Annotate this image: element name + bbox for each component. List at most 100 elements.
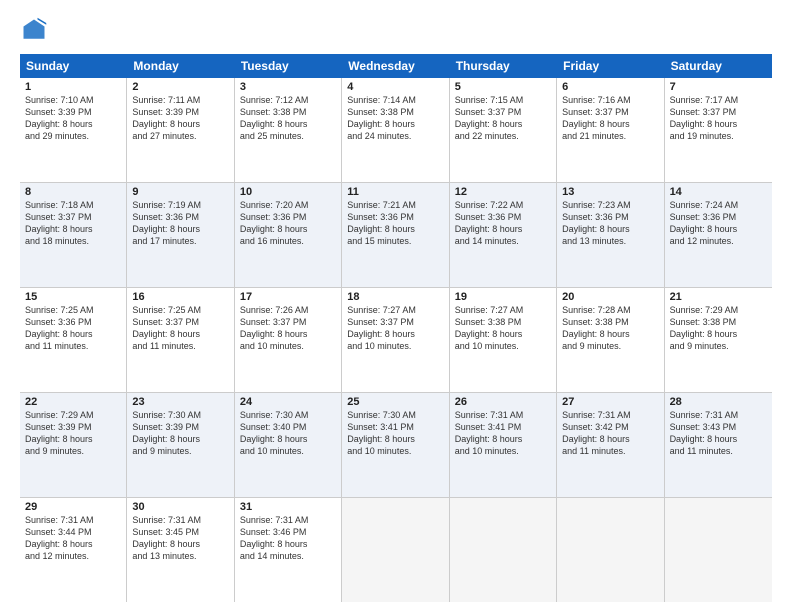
logo bbox=[20, 16, 52, 44]
day-cell-25: 25Sunrise: 7:30 AM Sunset: 3:41 PM Dayli… bbox=[342, 393, 449, 497]
day-info: Sunrise: 7:27 AM Sunset: 3:38 PM Dayligh… bbox=[455, 304, 551, 353]
calendar-row-2: 8Sunrise: 7:18 AM Sunset: 3:37 PM Daylig… bbox=[20, 183, 772, 288]
day-cell-17: 17Sunrise: 7:26 AM Sunset: 3:37 PM Dayli… bbox=[235, 288, 342, 392]
day-cell-15: 15Sunrise: 7:25 AM Sunset: 3:36 PM Dayli… bbox=[20, 288, 127, 392]
day-info: Sunrise: 7:26 AM Sunset: 3:37 PM Dayligh… bbox=[240, 304, 336, 353]
day-number: 10 bbox=[240, 186, 336, 198]
empty-cell bbox=[450, 498, 557, 602]
page: SundayMondayTuesdayWednesdayThursdayFrid… bbox=[0, 0, 792, 612]
day-info: Sunrise: 7:31 AM Sunset: 3:43 PM Dayligh… bbox=[670, 409, 767, 458]
day-cell-11: 11Sunrise: 7:21 AM Sunset: 3:36 PM Dayli… bbox=[342, 183, 449, 287]
empty-cell bbox=[342, 498, 449, 602]
day-cell-18: 18Sunrise: 7:27 AM Sunset: 3:37 PM Dayli… bbox=[342, 288, 449, 392]
day-number: 1 bbox=[25, 81, 121, 93]
day-cell-10: 10Sunrise: 7:20 AM Sunset: 3:36 PM Dayli… bbox=[235, 183, 342, 287]
day-header-tuesday: Tuesday bbox=[235, 54, 342, 78]
day-number: 3 bbox=[240, 81, 336, 93]
day-cell-30: 30Sunrise: 7:31 AM Sunset: 3:45 PM Dayli… bbox=[127, 498, 234, 602]
day-info: Sunrise: 7:29 AM Sunset: 3:39 PM Dayligh… bbox=[25, 409, 121, 458]
day-header-thursday: Thursday bbox=[450, 54, 557, 78]
calendar-header: SundayMondayTuesdayWednesdayThursdayFrid… bbox=[20, 54, 772, 78]
day-info: Sunrise: 7:31 AM Sunset: 3:41 PM Dayligh… bbox=[455, 409, 551, 458]
day-number: 22 bbox=[25, 396, 121, 408]
day-info: Sunrise: 7:23 AM Sunset: 3:36 PM Dayligh… bbox=[562, 199, 658, 248]
day-cell-16: 16Sunrise: 7:25 AM Sunset: 3:37 PM Dayli… bbox=[127, 288, 234, 392]
day-cell-2: 2Sunrise: 7:11 AM Sunset: 3:39 PM Daylig… bbox=[127, 78, 234, 182]
day-number: 26 bbox=[455, 396, 551, 408]
day-cell-4: 4Sunrise: 7:14 AM Sunset: 3:38 PM Daylig… bbox=[342, 78, 449, 182]
calendar-row-3: 15Sunrise: 7:25 AM Sunset: 3:36 PM Dayli… bbox=[20, 288, 772, 393]
day-cell-24: 24Sunrise: 7:30 AM Sunset: 3:40 PM Dayli… bbox=[235, 393, 342, 497]
day-info: Sunrise: 7:31 AM Sunset: 3:44 PM Dayligh… bbox=[25, 514, 121, 563]
day-number: 23 bbox=[132, 396, 228, 408]
empty-cell bbox=[665, 498, 772, 602]
calendar-row-1: 1Sunrise: 7:10 AM Sunset: 3:39 PM Daylig… bbox=[20, 78, 772, 183]
day-number: 29 bbox=[25, 501, 121, 513]
day-header-monday: Monday bbox=[127, 54, 234, 78]
day-cell-20: 20Sunrise: 7:28 AM Sunset: 3:38 PM Dayli… bbox=[557, 288, 664, 392]
day-cell-23: 23Sunrise: 7:30 AM Sunset: 3:39 PM Dayli… bbox=[127, 393, 234, 497]
day-info: Sunrise: 7:27 AM Sunset: 3:37 PM Dayligh… bbox=[347, 304, 443, 353]
empty-cell bbox=[557, 498, 664, 602]
calendar: SundayMondayTuesdayWednesdayThursdayFrid… bbox=[20, 54, 772, 602]
day-number: 14 bbox=[670, 186, 767, 198]
day-info: Sunrise: 7:30 AM Sunset: 3:41 PM Dayligh… bbox=[347, 409, 443, 458]
day-cell-7: 7Sunrise: 7:17 AM Sunset: 3:37 PM Daylig… bbox=[665, 78, 772, 182]
day-info: Sunrise: 7:11 AM Sunset: 3:39 PM Dayligh… bbox=[132, 94, 228, 143]
calendar-body: 1Sunrise: 7:10 AM Sunset: 3:39 PM Daylig… bbox=[20, 78, 772, 602]
day-info: Sunrise: 7:19 AM Sunset: 3:36 PM Dayligh… bbox=[132, 199, 228, 248]
day-cell-26: 26Sunrise: 7:31 AM Sunset: 3:41 PM Dayli… bbox=[450, 393, 557, 497]
day-number: 9 bbox=[132, 186, 228, 198]
day-info: Sunrise: 7:30 AM Sunset: 3:39 PM Dayligh… bbox=[132, 409, 228, 458]
day-cell-3: 3Sunrise: 7:12 AM Sunset: 3:38 PM Daylig… bbox=[235, 78, 342, 182]
day-info: Sunrise: 7:30 AM Sunset: 3:40 PM Dayligh… bbox=[240, 409, 336, 458]
day-header-wednesday: Wednesday bbox=[342, 54, 449, 78]
day-number: 8 bbox=[25, 186, 121, 198]
day-number: 4 bbox=[347, 81, 443, 93]
day-cell-29: 29Sunrise: 7:31 AM Sunset: 3:44 PM Dayli… bbox=[20, 498, 127, 602]
day-number: 11 bbox=[347, 186, 443, 198]
day-info: Sunrise: 7:14 AM Sunset: 3:38 PM Dayligh… bbox=[347, 94, 443, 143]
day-number: 15 bbox=[25, 291, 121, 303]
day-cell-13: 13Sunrise: 7:23 AM Sunset: 3:36 PM Dayli… bbox=[557, 183, 664, 287]
day-info: Sunrise: 7:20 AM Sunset: 3:36 PM Dayligh… bbox=[240, 199, 336, 248]
day-cell-21: 21Sunrise: 7:29 AM Sunset: 3:38 PM Dayli… bbox=[665, 288, 772, 392]
day-info: Sunrise: 7:24 AM Sunset: 3:36 PM Dayligh… bbox=[670, 199, 767, 248]
day-number: 7 bbox=[670, 81, 767, 93]
day-number: 18 bbox=[347, 291, 443, 303]
day-cell-19: 19Sunrise: 7:27 AM Sunset: 3:38 PM Dayli… bbox=[450, 288, 557, 392]
day-info: Sunrise: 7:25 AM Sunset: 3:36 PM Dayligh… bbox=[25, 304, 121, 353]
day-number: 12 bbox=[455, 186, 551, 198]
day-info: Sunrise: 7:10 AM Sunset: 3:39 PM Dayligh… bbox=[25, 94, 121, 143]
day-info: Sunrise: 7:17 AM Sunset: 3:37 PM Dayligh… bbox=[670, 94, 767, 143]
day-number: 27 bbox=[562, 396, 658, 408]
day-header-friday: Friday bbox=[557, 54, 664, 78]
day-cell-9: 9Sunrise: 7:19 AM Sunset: 3:36 PM Daylig… bbox=[127, 183, 234, 287]
day-cell-31: 31Sunrise: 7:31 AM Sunset: 3:46 PM Dayli… bbox=[235, 498, 342, 602]
day-number: 31 bbox=[240, 501, 336, 513]
day-number: 16 bbox=[132, 291, 228, 303]
day-number: 24 bbox=[240, 396, 336, 408]
day-info: Sunrise: 7:25 AM Sunset: 3:37 PM Dayligh… bbox=[132, 304, 228, 353]
day-number: 21 bbox=[670, 291, 767, 303]
day-info: Sunrise: 7:16 AM Sunset: 3:37 PM Dayligh… bbox=[562, 94, 658, 143]
day-number: 13 bbox=[562, 186, 658, 198]
day-number: 20 bbox=[562, 291, 658, 303]
day-cell-22: 22Sunrise: 7:29 AM Sunset: 3:39 PM Dayli… bbox=[20, 393, 127, 497]
day-cell-12: 12Sunrise: 7:22 AM Sunset: 3:36 PM Dayli… bbox=[450, 183, 557, 287]
day-number: 30 bbox=[132, 501, 228, 513]
day-info: Sunrise: 7:15 AM Sunset: 3:37 PM Dayligh… bbox=[455, 94, 551, 143]
day-cell-28: 28Sunrise: 7:31 AM Sunset: 3:43 PM Dayli… bbox=[665, 393, 772, 497]
day-info: Sunrise: 7:31 AM Sunset: 3:46 PM Dayligh… bbox=[240, 514, 336, 563]
day-info: Sunrise: 7:28 AM Sunset: 3:38 PM Dayligh… bbox=[562, 304, 658, 353]
day-cell-14: 14Sunrise: 7:24 AM Sunset: 3:36 PM Dayli… bbox=[665, 183, 772, 287]
day-header-sunday: Sunday bbox=[20, 54, 127, 78]
day-number: 19 bbox=[455, 291, 551, 303]
day-number: 2 bbox=[132, 81, 228, 93]
logo-icon bbox=[20, 16, 48, 44]
day-cell-27: 27Sunrise: 7:31 AM Sunset: 3:42 PM Dayli… bbox=[557, 393, 664, 497]
day-cell-5: 5Sunrise: 7:15 AM Sunset: 3:37 PM Daylig… bbox=[450, 78, 557, 182]
day-info: Sunrise: 7:31 AM Sunset: 3:45 PM Dayligh… bbox=[132, 514, 228, 563]
day-number: 5 bbox=[455, 81, 551, 93]
day-info: Sunrise: 7:21 AM Sunset: 3:36 PM Dayligh… bbox=[347, 199, 443, 248]
